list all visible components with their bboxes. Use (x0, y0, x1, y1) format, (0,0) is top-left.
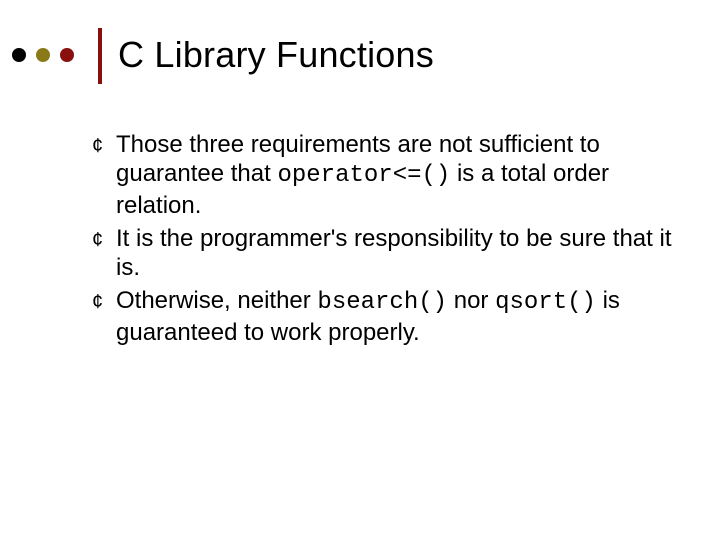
vertical-accent-line (98, 28, 102, 84)
code-run: qsort() (495, 289, 596, 316)
dot-icon (12, 48, 26, 62)
decorative-dots (12, 48, 74, 62)
text-run: It is the programmer's responsibility to… (116, 225, 671, 281)
slide-title: C Library Functions (118, 34, 434, 76)
list-item: ¢ Those three requirements are not suffi… (92, 130, 672, 220)
code-run: operator<=() (277, 162, 450, 189)
slide: C Library Functions ¢ Those three requir… (0, 0, 720, 540)
bullet-text: Those three requirements are not suffici… (116, 130, 672, 220)
bullet-marker-icon: ¢ (92, 130, 116, 220)
text-run: Otherwise, neither (116, 287, 317, 314)
list-item: ¢ Otherwise, neither bsearch() nor qsort… (92, 286, 672, 347)
list-item: ¢ It is the programmer's responsibility … (92, 224, 672, 283)
bullet-text: Otherwise, neither bsearch() nor qsort()… (116, 286, 672, 347)
bullet-text: It is the programmer's responsibility to… (116, 224, 672, 283)
slide-header: C Library Functions (0, 28, 720, 88)
dot-icon (60, 48, 74, 62)
bullet-marker-icon: ¢ (92, 224, 116, 283)
slide-body: ¢ Those three requirements are not suffi… (92, 130, 672, 351)
dot-icon (36, 48, 50, 62)
text-run: nor (447, 287, 495, 314)
bullet-marker-icon: ¢ (92, 286, 116, 347)
code-run: bsearch() (317, 289, 447, 316)
